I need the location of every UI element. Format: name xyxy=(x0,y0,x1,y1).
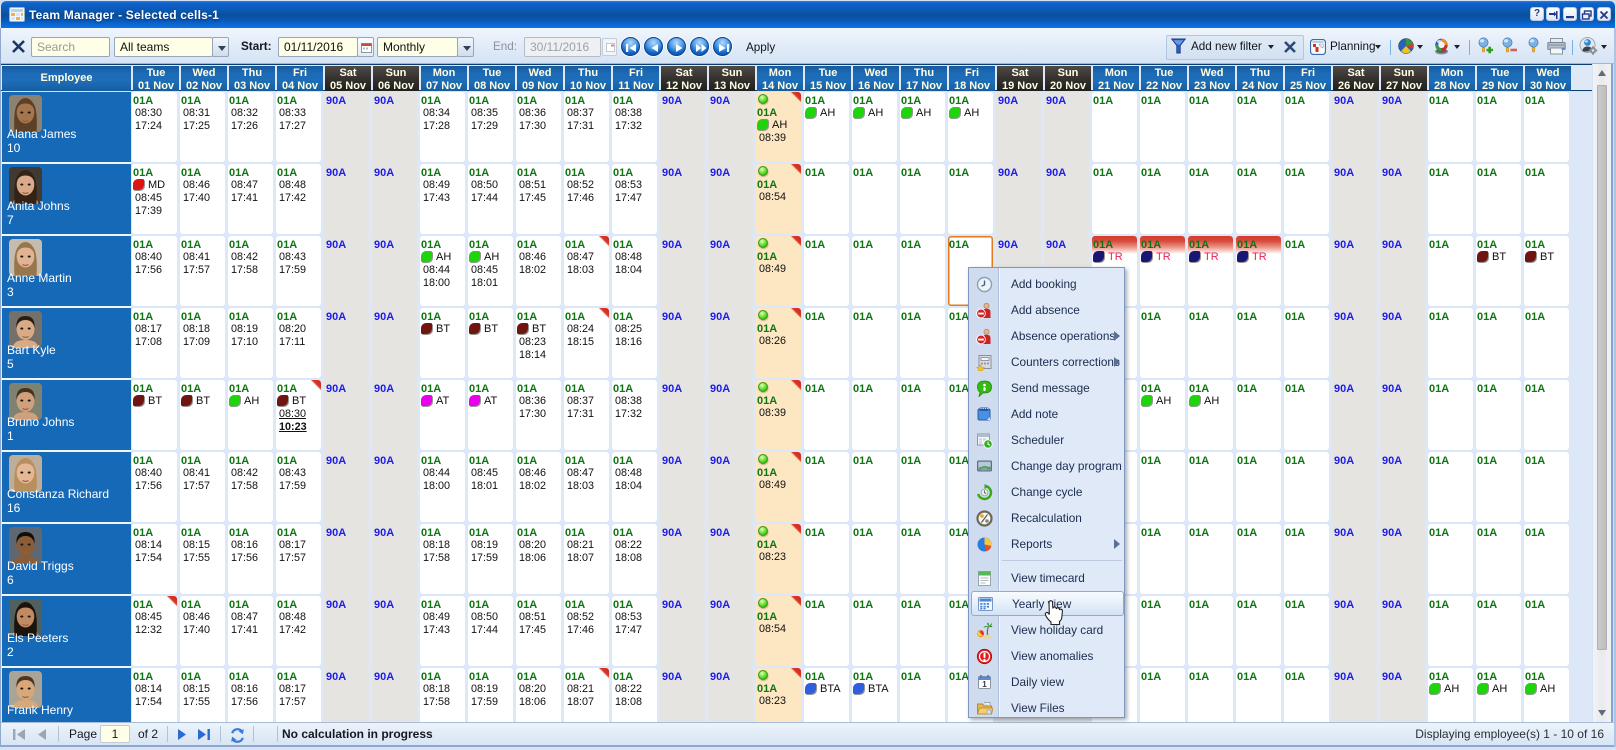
svg-text:1: 1 xyxy=(982,680,987,689)
